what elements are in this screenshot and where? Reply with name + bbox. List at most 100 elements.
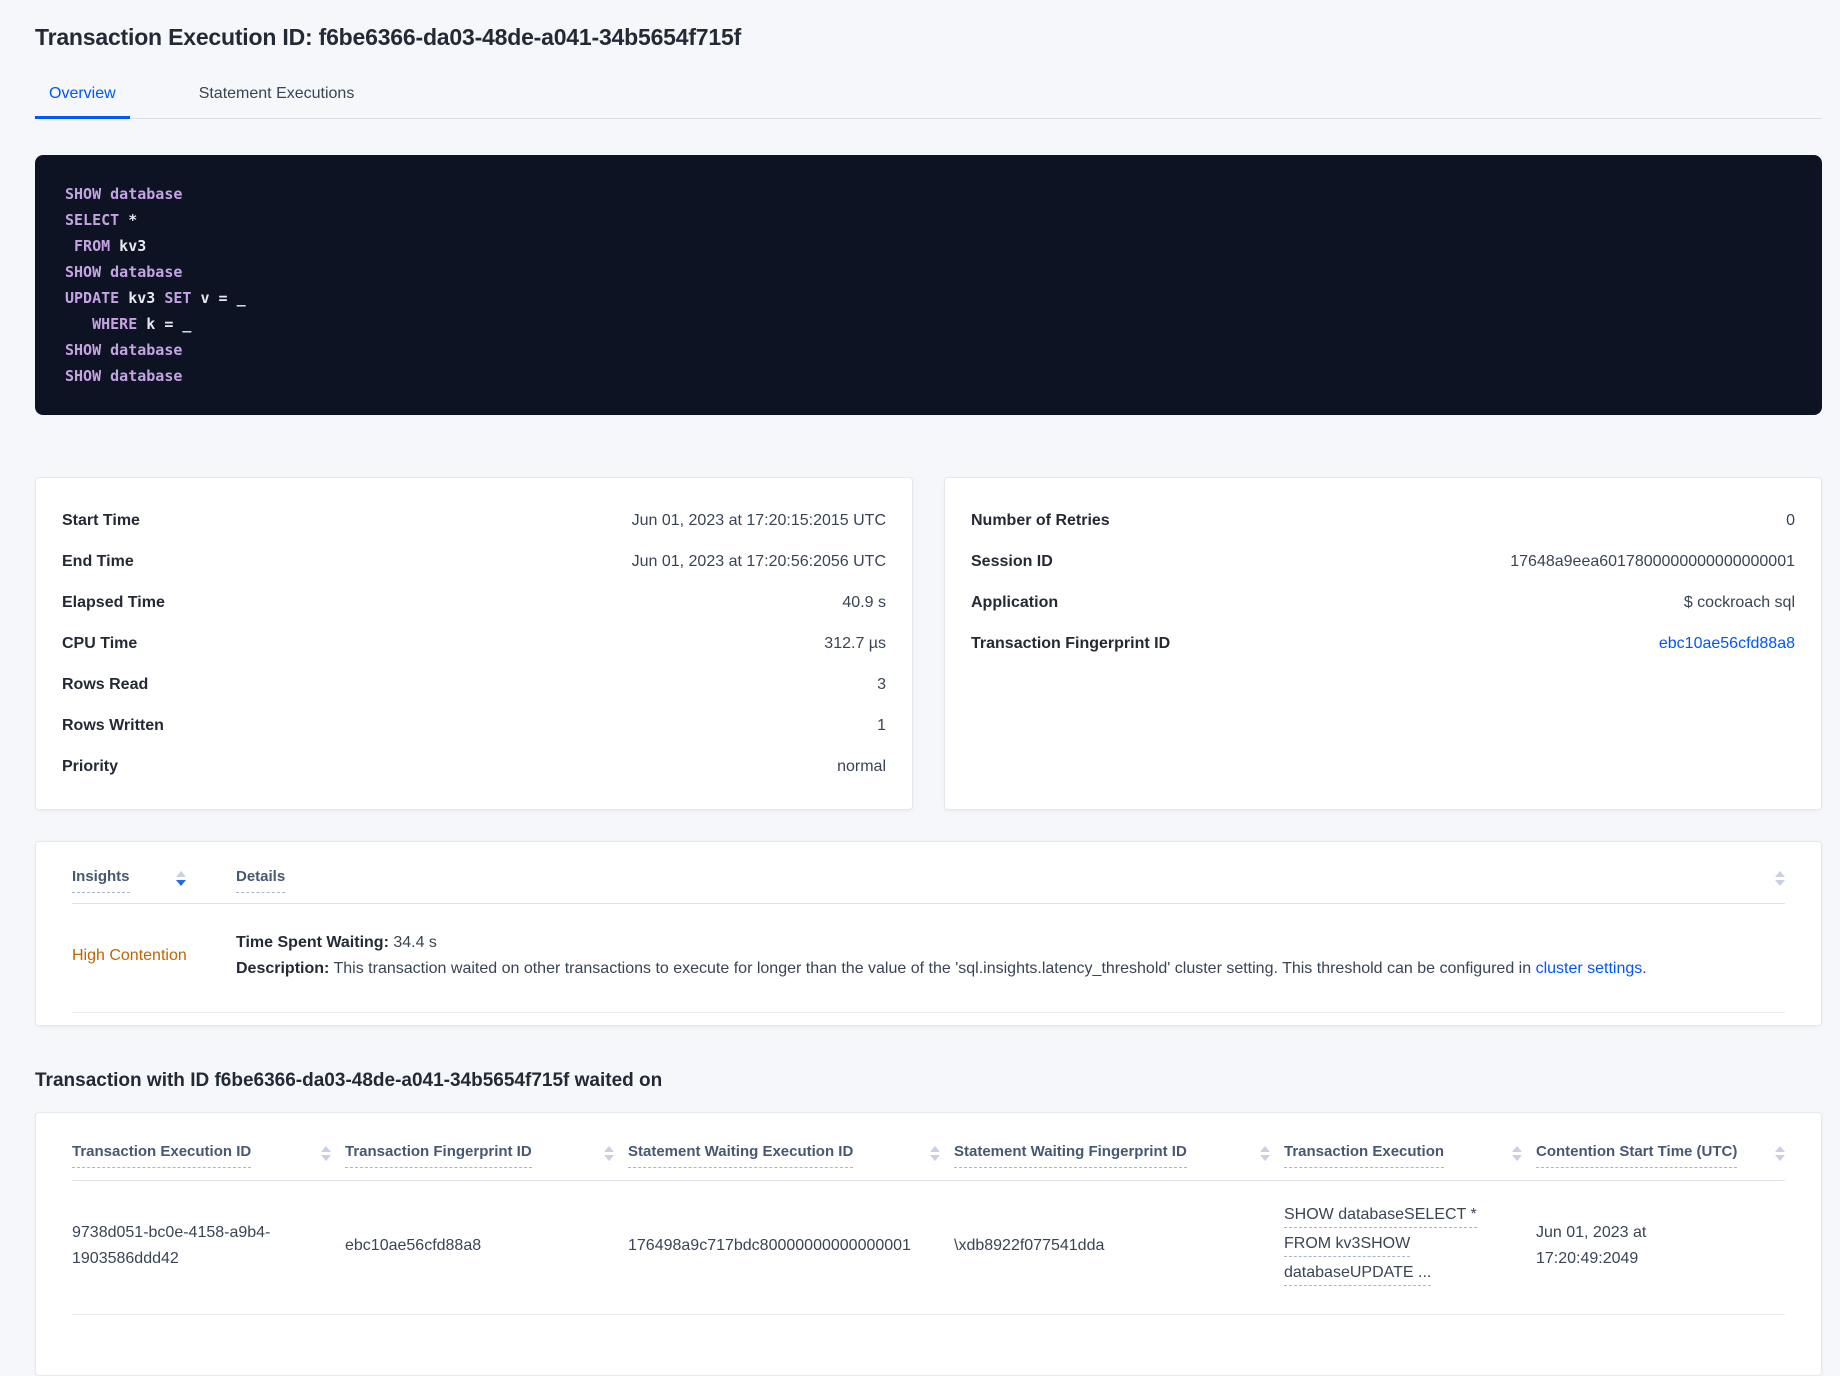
kv-value: Jun 01, 2023 at 17:20:15:2015 UTC (631, 511, 886, 529)
kv-row-rows-read: Rows Read 3 (62, 664, 886, 705)
kv-value: normal (837, 757, 886, 775)
summary-cards-row: Start Time Jun 01, 2023 at 17:20:15:2015… (35, 477, 1822, 810)
sql-keyword: SHOW database (65, 341, 183, 359)
sql-line: WHERE k = _ (65, 311, 1792, 337)
waited-on-table-header: Transaction Execution ID Transaction Fin… (72, 1113, 1785, 1181)
sql-keyword: WHERE (65, 315, 138, 333)
column-header-transaction-fingerprint-id[interactable]: Transaction Fingerprint ID (345, 1143, 628, 1168)
execution-times-card: Start Time Jun 01, 2023 at 17:20:15:2015… (35, 477, 913, 810)
sql-line: SELECT * (65, 207, 1792, 233)
kv-row-retries: Number of Retries 0 (971, 500, 1795, 541)
sql-line: SHOW database (65, 337, 1792, 363)
transaction-execution-link[interactable]: FROM kv3SHOW (1284, 1234, 1411, 1257)
time-spent-waiting-value: 34.4 s (388, 934, 437, 951)
insight-name: High Contention (72, 947, 187, 964)
sql-identifier: kv3 (119, 289, 156, 307)
kv-value: 3 (877, 675, 886, 693)
kv-label: Elapsed Time (62, 593, 165, 611)
kv-value: 312.7 µs (824, 634, 886, 652)
kv-row-application: Application $ cockroach sql (971, 582, 1795, 623)
sql-line: UPDATE kv3 SET v = _ (65, 285, 1792, 311)
transaction-execution-link[interactable]: databaseUPDATE ... (1284, 1263, 1432, 1286)
column-header-contention-start-time[interactable]: Contention Start Time (UTC) (1536, 1143, 1785, 1168)
kv-label: Priority (62, 757, 119, 775)
sql-keyword: SHOW database (65, 263, 183, 281)
sort-icon[interactable] (1775, 1143, 1785, 1161)
cell-transaction-fingerprint-id: ebc10ae56cfd88a8 (345, 1236, 482, 1254)
sql-keyword: SHOW database (65, 367, 183, 385)
sql-keyword: SET (155, 289, 192, 307)
insights-table-header: Insights Details (72, 842, 1785, 904)
column-label: Insights (72, 868, 130, 893)
kv-label: Session ID (971, 552, 1053, 570)
kv-value: 0 (1786, 511, 1795, 529)
sort-icon[interactable] (604, 1143, 614, 1161)
cluster-settings-link[interactable]: cluster settings (1536, 960, 1643, 977)
column-header-transaction-execution[interactable]: Transaction Execution (1284, 1143, 1536, 1168)
sql-line: SHOW database (65, 181, 1792, 207)
column-header-transaction-execution-id[interactable]: Transaction Execution ID (72, 1143, 345, 1168)
sql-line: SHOW database (65, 363, 1792, 389)
kv-label: CPU Time (62, 634, 138, 652)
insight-description: Description: This transaction waited on … (236, 956, 1785, 982)
column-header-statement-waiting-fingerprint-id[interactable]: Statement Waiting Fingerprint ID (954, 1143, 1284, 1168)
kv-row-transaction-fingerprint-id: Transaction Fingerprint ID ebc10ae56cfd8… (971, 623, 1795, 664)
column-label: Statement Waiting Execution ID (628, 1143, 854, 1168)
sort-icon[interactable] (1260, 1143, 1270, 1161)
tab-statement-executions[interactable]: Statement Executions (185, 77, 369, 118)
kv-row-session-id: Session ID 17648a9eea6017800000000000000… (971, 541, 1795, 582)
cell-statement-waiting-fingerprint-id: \xdb8922f077541dda (954, 1236, 1105, 1254)
column-header-details[interactable]: Details (236, 868, 1775, 893)
kv-label: Rows Read (62, 675, 149, 693)
column-label: Transaction Execution ID (72, 1143, 252, 1168)
sql-keyword: SELECT (65, 211, 120, 229)
kv-row-rows-written: Rows Written 1 (62, 705, 886, 746)
tab-overview[interactable]: Overview (35, 77, 130, 119)
sql-keyword: UPDATE (65, 289, 120, 307)
column-label: Transaction Fingerprint ID (345, 1143, 532, 1168)
time-spent-waiting: Time Spent Waiting: 34.4 s (236, 930, 1785, 956)
kv-label: Application (971, 593, 1059, 611)
waited-on-heading: Transaction with ID f6be6366-da03-48de-a… (35, 1070, 663, 1091)
kv-value: 40.9 s (842, 593, 886, 611)
sql-keyword: FROM (65, 237, 111, 255)
sort-desc-icon[interactable] (175, 868, 186, 886)
description-suffix: . (1642, 960, 1647, 977)
sort-icon[interactable] (1512, 1143, 1522, 1161)
transaction-details-page: Transaction Execution ID: f6be6366-da03-… (0, 0, 1840, 1376)
time-spent-waiting-label: Time Spent Waiting: (236, 934, 389, 951)
kv-row-cpu-time: CPU Time 312.7 µs (62, 623, 886, 664)
kv-row-priority: Priority normal (62, 746, 886, 787)
sql-identifier: kv3 (110, 237, 147, 255)
insight-row: High Contention Time Spent Waiting: 34.4… (72, 904, 1785, 1013)
sql-statements-box: SHOW database SELECT * FROM kv3 SHOW dat… (35, 155, 1822, 415)
sql-keyword: SHOW database (65, 185, 183, 203)
column-header-statement-waiting-execution-id[interactable]: Statement Waiting Execution ID (628, 1143, 954, 1168)
kv-label: Rows Written (62, 716, 164, 734)
sort-icon[interactable] (321, 1143, 331, 1161)
transaction-fingerprint-link[interactable]: ebc10ae56cfd88a8 (1659, 635, 1795, 653)
tab-bar: Overview Statement Executions (35, 77, 1822, 119)
sql-identifier: k = _ (137, 315, 192, 333)
sort-icon[interactable] (930, 1143, 940, 1161)
kv-label: End Time (62, 552, 134, 570)
kv-label: Start Time (62, 511, 140, 529)
waited-on-table: Transaction Execution ID Transaction Fin… (35, 1112, 1822, 1376)
column-label: Statement Waiting Fingerprint ID (954, 1143, 1187, 1168)
kv-value: $ cockroach sql (1683, 593, 1795, 611)
page-title: Transaction Execution ID: f6be6366-da03-… (35, 24, 742, 50)
column-label: Details (236, 868, 286, 893)
cell-transaction-execution: SHOW databaseSELECT * FROM kv3SHOW datab… (1284, 1205, 1536, 1286)
transaction-execution-link[interactable]: SHOW databaseSELECT * (1284, 1205, 1477, 1228)
description-label: Description: (236, 960, 330, 977)
column-label: Transaction Execution (1284, 1143, 1445, 1168)
cell-statement-waiting-execution-id: 176498a9c717bdc80000000000000001 (628, 1236, 911, 1254)
sql-line: SHOW database (65, 259, 1792, 285)
execution-attributes-card: Number of Retries 0 Session ID 17648a9ee… (944, 477, 1822, 810)
kv-label: Transaction Fingerprint ID (971, 634, 1171, 652)
column-header-insights[interactable]: Insights (72, 868, 236, 893)
kv-row-elapsed-time: Elapsed Time 40.9 s (62, 582, 886, 623)
insight-details: Time Spent Waiting: 34.4 s Description: … (236, 930, 1785, 982)
kv-value: 17648a9eea6017800000000000000001 (1510, 552, 1795, 570)
sort-icon[interactable] (1775, 868, 1785, 886)
